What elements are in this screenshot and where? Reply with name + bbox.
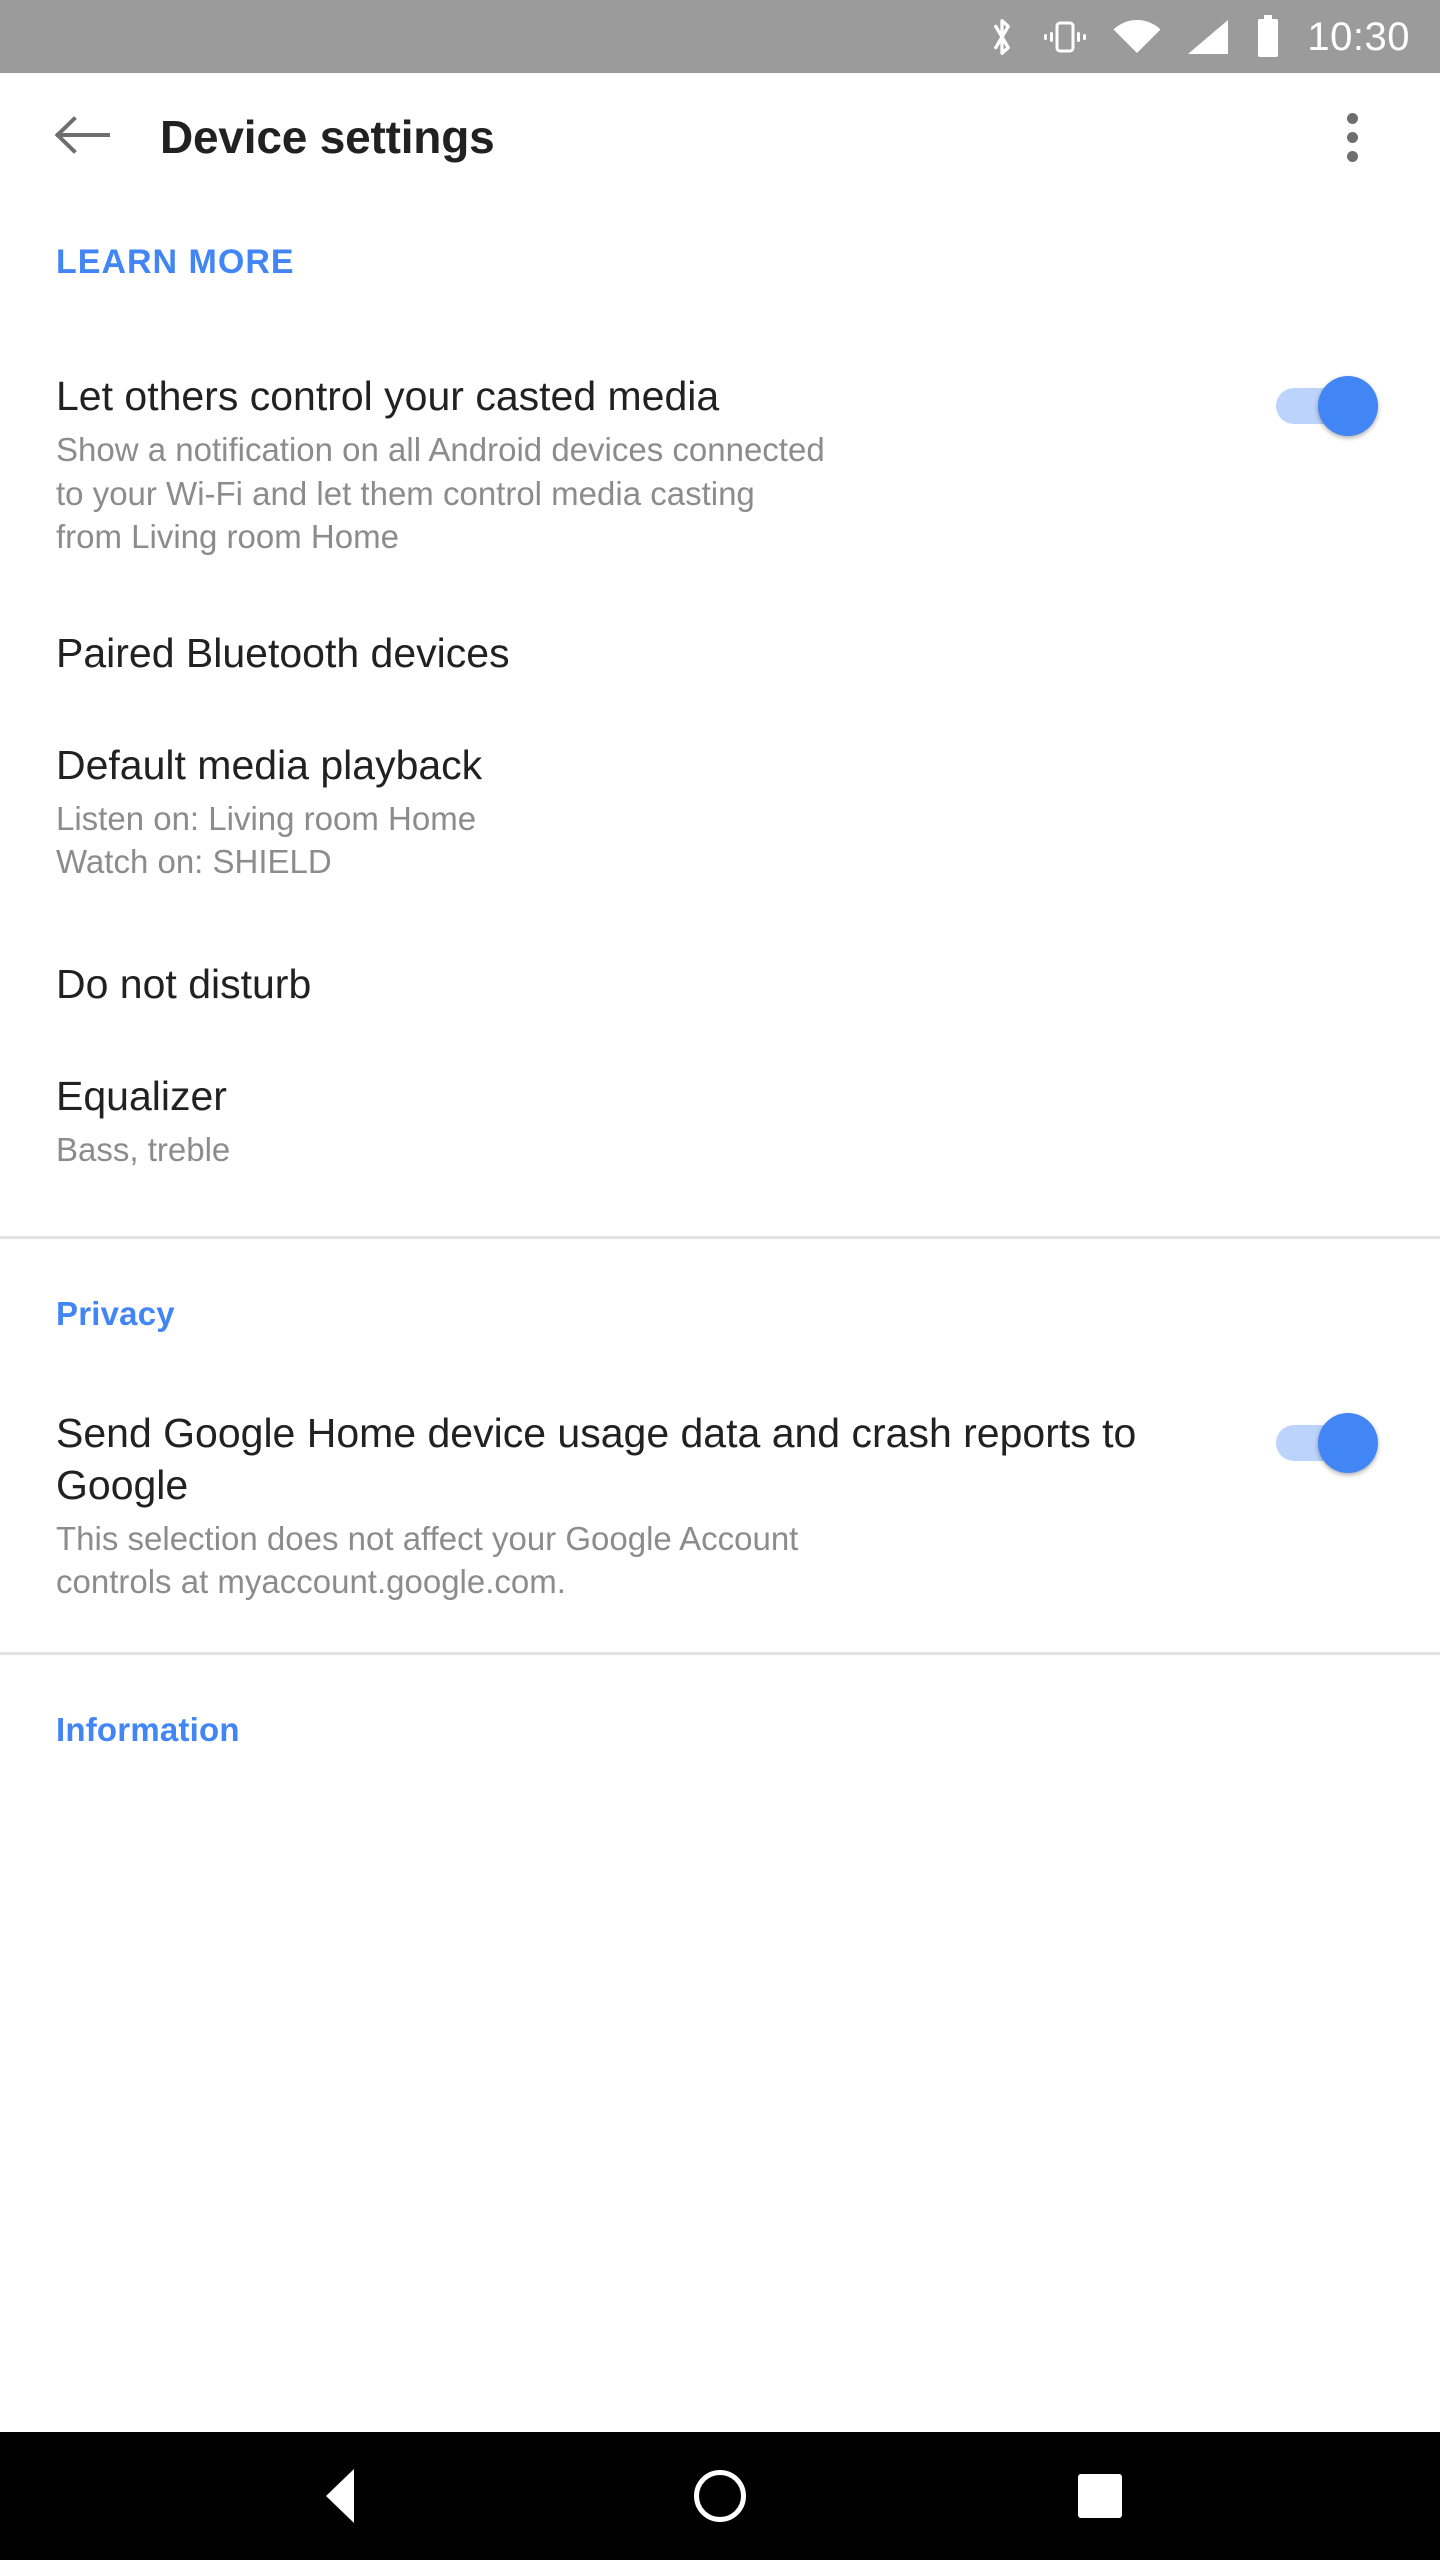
battery-icon — [1255, 14, 1281, 59]
setting-row-equalizer[interactable]: Equalizer Bass, treble — [0, 1070, 1440, 1172]
setting-title: Equalizer — [56, 1072, 227, 1119]
status-clock: 10:30 — [1307, 14, 1410, 59]
section-header-privacy: Privacy — [56, 1294, 175, 1332]
setting-subtitle: Listen on: Living room Home Watch on: SH… — [56, 797, 1384, 884]
nav-recents-button[interactable] — [1040, 2432, 1160, 2560]
subtitle-line: from Living room Home — [56, 518, 399, 556]
setting-row-default-media-playback[interactable]: Default media playback Listen on: Living… — [0, 739, 1440, 884]
nav-home-button[interactable] — [660, 2432, 780, 2560]
more-vert-icon-dot-3 — [1346, 150, 1358, 162]
cell-signal-icon — [1187, 19, 1229, 55]
setting-row-usage-data[interactable]: Send Google Home device usage data and c… — [0, 1407, 1440, 1604]
back-triangle-icon — [326, 2469, 354, 2523]
setting-row-cast-control[interactable]: Let others control your casted media Sho… — [0, 370, 1440, 559]
bluetooth-icon — [987, 15, 1017, 59]
subtitle-line: Listen on: Living room Home — [56, 799, 477, 837]
section-header-information: Information — [56, 1710, 240, 1748]
setting-title: Send Google Home device usage data and c… — [56, 1409, 1137, 1508]
app-bar: Device settings — [0, 73, 1440, 201]
setting-texts: Default media playback Listen on: Living… — [56, 739, 1384, 884]
spacer-before-information-divider — [0, 1604, 1440, 1652]
setting-row-do-not-disturb[interactable]: Do not disturb — [0, 958, 1440, 1010]
subtitle-line: to your Wi-Fi and let them control media… — [56, 474, 755, 512]
overflow-menu-button[interactable] — [1316, 101, 1388, 173]
setting-subtitle: This selection does not affect your Goog… — [56, 1517, 1244, 1604]
toggle-thumb — [1318, 1412, 1378, 1473]
subtitle-line: Show a notification on all Android devic… — [56, 431, 825, 469]
status-icon-group — [987, 14, 1281, 59]
toggle-thumb — [1318, 376, 1378, 436]
android-navigation-bar — [0, 2432, 1440, 2560]
spacer-after-information-divider — [0, 1655, 1440, 1711]
back-button[interactable] — [46, 101, 118, 173]
setting-subtitle: Bass, treble — [56, 1128, 1384, 1172]
spacer-after-privacy-divider — [0, 1239, 1440, 1295]
spacer-after-learn-more — [0, 282, 1440, 370]
status-bar: 10:30 — [0, 0, 1440, 73]
back-arrow-icon — [54, 113, 111, 162]
wifi-icon — [1113, 19, 1161, 55]
more-vert-icon-dot-2 — [1346, 131, 1358, 143]
home-circle-icon — [694, 2470, 746, 2522]
nav-back-button[interactable] — [280, 2432, 400, 2560]
vibrate-icon — [1043, 19, 1087, 55]
subtitle-line: This selection does not affect your Goog… — [56, 1519, 799, 1557]
setting-texts: Paired Bluetooth devices — [56, 627, 1384, 679]
page-title: Device settings — [160, 111, 495, 163]
cast-control-toggle[interactable] — [1274, 370, 1384, 440]
subtitle-line: Bass, treble — [56, 1131, 231, 1169]
setting-title: Let others control your casted media — [56, 373, 720, 419]
setting-texts: Do not disturb — [56, 958, 1384, 1010]
device-settings-screen: 10:30 Device settings LEARN MORE Let oth… — [0, 0, 1440, 2560]
setting-row-paired-bluetooth[interactable]: Paired Bluetooth devices — [0, 627, 1440, 679]
spacer-before-privacy-divider — [0, 1172, 1440, 1236]
usage-data-toggle[interactable] — [1274, 1407, 1384, 1477]
learn-more-link[interactable]: LEARN MORE — [0, 243, 351, 282]
subtitle-line: controls at myaccount.google.com. — [56, 1563, 566, 1601]
setting-title: Paired Bluetooth devices — [56, 629, 510, 676]
setting-title: Do not disturb — [56, 960, 312, 1007]
subtitle-line: Watch on: SHIELD — [56, 843, 332, 881]
recents-square-icon — [1078, 2474, 1122, 2518]
setting-texts: Let others control your casted media Sho… — [56, 370, 1244, 559]
setting-title: Default media playback — [56, 741, 483, 788]
more-vert-icon-dot-1 — [1346, 112, 1358, 124]
setting-texts: Send Google Home device usage data and c… — [56, 1407, 1244, 1604]
setting-texts: Equalizer Bass, treble — [56, 1070, 1384, 1172]
settings-scroll-container[interactable]: LEARN MORE Let others control your caste… — [0, 201, 1440, 2432]
setting-subtitle: Show a notification on all Android devic… — [56, 428, 1244, 559]
